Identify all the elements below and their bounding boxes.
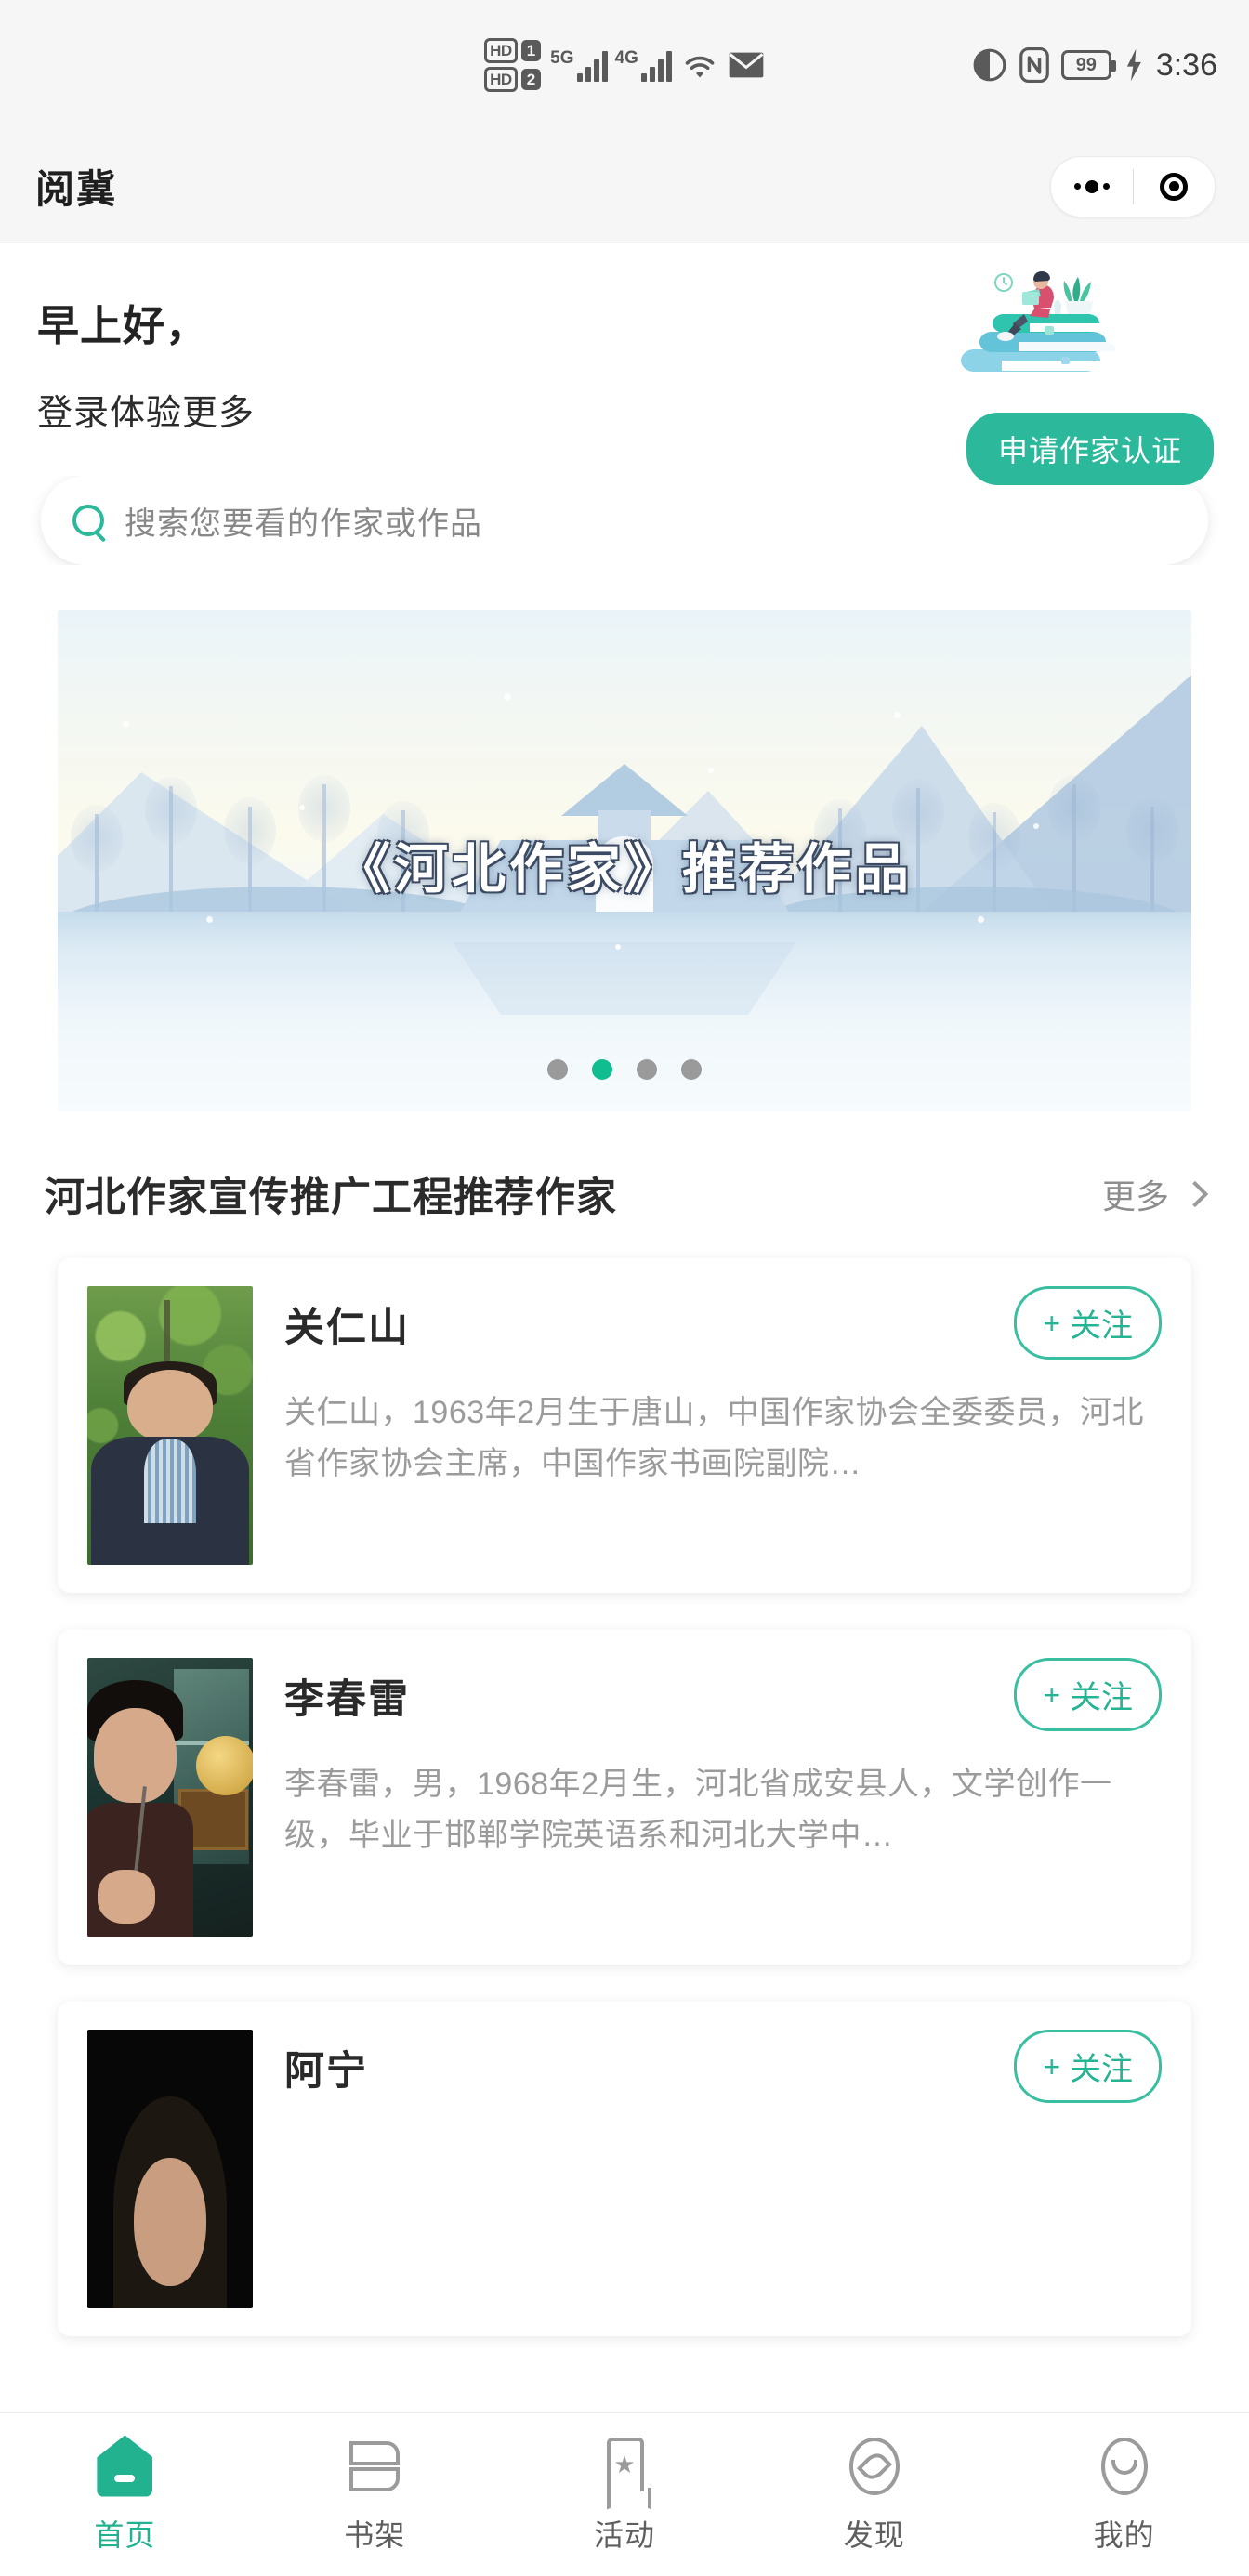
- status-bar: HD 1 HD 2 5G 4G 99 3:36: [0, 0, 1249, 130]
- hd-label-2: HD: [484, 67, 518, 92]
- bridge-reflection: [453, 942, 796, 1045]
- sim-2-badge: 2: [520, 69, 542, 90]
- author-name: 李春雷: [284, 1677, 410, 1722]
- eye-care-icon: [973, 48, 1006, 82]
- nav-item-discover[interactable]: 发现: [749, 2436, 999, 2555]
- author-name: 阿宁: [284, 2049, 368, 2094]
- author-avatar: [87, 2030, 253, 2308]
- capsule-menu-button[interactable]: [1051, 157, 1133, 217]
- search-section: 搜索您要看的作家或作品: [0, 476, 1249, 565]
- search-input[interactable]: 搜索您要看的作家或作品: [125, 498, 482, 544]
- author-card[interactable]: 李春雷 + 关注 李春雷，男，1968年2月生，河北省成安县人，文学创作一级，毕…: [58, 1630, 1191, 1965]
- more-label: 更多: [1101, 1177, 1169, 1216]
- nav-label-bookshelf: 书架: [344, 2517, 406, 2552]
- signal-5g-icon: 5G: [550, 48, 608, 82]
- author-description: 李春雷，男，1968年2月生，河北省成安县人，文学创作一级，毕业于邯郸学院英语系…: [284, 1767, 1112, 1854]
- snow-fleck: [206, 916, 213, 923]
- more-dots-icon: [1073, 179, 1110, 193]
- follow-button[interactable]: + 关注: [1014, 1286, 1162, 1360]
- compass-icon: [844, 2436, 905, 2497]
- nav-item-mine[interactable]: 我的: [999, 2436, 1249, 2555]
- author-info: 关仁山 + 关注 关仁山，1963年2月生于唐山，中国作家协会全委委员，河北省作…: [284, 1286, 1162, 1565]
- snow-fleck: [894, 712, 901, 718]
- carousel-dot-2[interactable]: [592, 1059, 612, 1080]
- chevron-right-icon: [1181, 1180, 1209, 1208]
- snow-fleck: [299, 805, 305, 810]
- status-clock: 3:36: [1155, 46, 1217, 83]
- search-icon: [72, 505, 104, 536]
- network-type-4g: 4G: [614, 48, 638, 68]
- nav-label-discover: 发现: [843, 2517, 905, 2552]
- nav-label-activity: 活动: [593, 2517, 655, 2552]
- bookmark-star-icon: ★: [594, 2436, 655, 2497]
- miniprogram-capsule[interactable]: [1050, 155, 1216, 217]
- bottom-navigation: 首页 书架 ★ 活动 发现 我的: [0, 2412, 1249, 2576]
- author-avatar: [87, 1658, 253, 1937]
- banner-carousel[interactable]: 《河北作家》推荐作品: [58, 610, 1191, 1111]
- signal-4g-icon: 4G: [615, 48, 672, 82]
- bookshelf-icon: [344, 2436, 405, 2497]
- carousel-dot-3[interactable]: [637, 1059, 657, 1080]
- charging-bolt-icon: [1126, 48, 1141, 82]
- plus-icon: +: [1043, 2049, 1060, 2083]
- mail-icon: [729, 52, 764, 78]
- carousel-dots: [58, 1059, 1191, 1080]
- wifi-icon: [685, 56, 715, 78]
- carousel-dot-1[interactable]: [547, 1059, 568, 1080]
- follow-label: 关注: [1070, 1308, 1133, 1344]
- target-circle-icon: [1160, 172, 1189, 201]
- follow-label: 关注: [1070, 1680, 1133, 1715]
- nfc-icon: [1019, 47, 1049, 83]
- follow-button[interactable]: + 关注: [1014, 1658, 1162, 1731]
- search-bar[interactable]: 搜索您要看的作家或作品: [41, 476, 1208, 565]
- nav-item-bookshelf[interactable]: 书架: [250, 2436, 500, 2555]
- smiley-face-icon: [1094, 2436, 1155, 2497]
- battery-percent: 99: [1075, 54, 1097, 75]
- section-more-button[interactable]: 更多: [1101, 1170, 1209, 1218]
- nav-item-home[interactable]: 首页: [0, 2435, 250, 2555]
- plus-icon: +: [1043, 1677, 1060, 1712]
- author-avatar: [87, 1286, 253, 1565]
- hd-sim-icon: HD 1 HD 2: [484, 38, 542, 92]
- app-header: 阅冀: [0, 130, 1249, 243]
- hd-label-1: HD: [484, 38, 518, 63]
- nav-label-mine: 我的: [1093, 2517, 1155, 2552]
- home-icon: [94, 2435, 155, 2497]
- nav-item-activity[interactable]: ★ 活动: [500, 2436, 750, 2555]
- author-info: 阿宁 + 关注: [284, 2030, 1162, 2308]
- snow-fleck: [504, 693, 511, 701]
- section-title: 河北作家宣传推广工程推荐作家: [45, 1176, 617, 1220]
- snow-fleck: [615, 944, 621, 950]
- plus-icon: +: [1043, 1306, 1060, 1340]
- author-description: 关仁山，1963年2月生于唐山，中国作家协会全委委员，河北省作家协会主席，中国作…: [284, 1395, 1145, 1482]
- signal-bars-1: [576, 50, 608, 82]
- author-card[interactable]: 关仁山 + 关注 关仁山，1963年2月生于唐山，中国作家协会全委委员，河北省作…: [58, 1258, 1191, 1593]
- author-list: 关仁山 + 关注 关仁山，1963年2月生于唐山，中国作家协会全委委员，河北省作…: [0, 1258, 1249, 2336]
- battery-icon: 99: [1060, 50, 1116, 80]
- network-type-5g: 5G: [550, 48, 574, 68]
- carousel-dot-4[interactable]: [681, 1059, 702, 1080]
- banner-section: 《河北作家》推荐作品: [0, 565, 1249, 1111]
- snow-fleck: [978, 916, 984, 923]
- page-title: 阅冀: [35, 167, 118, 211]
- sim-1-badge: 1: [520, 40, 542, 61]
- app-screen: HD 1 HD 2 5G 4G 99 3:36 阅冀 早上好， 登录体验更多 申…: [0, 0, 1249, 2576]
- person-reading-on-books-illustration: [961, 271, 1116, 372]
- section-header: 河北作家宣传推广工程推荐作家 更多: [0, 1111, 1249, 1258]
- greeting-section: 早上好， 登录体验更多 申请作家认证: [0, 243, 1249, 485]
- nav-label-home: 首页: [94, 2517, 156, 2552]
- apply-author-certification-button[interactable]: 申请作家认证: [966, 413, 1214, 485]
- author-card[interactable]: 阿宁 + 关注: [58, 2002, 1191, 2336]
- follow-button[interactable]: + 关注: [1014, 2030, 1162, 2103]
- author-name: 关仁山: [284, 1306, 410, 1350]
- follow-label: 关注: [1070, 2052, 1133, 2087]
- snow-fleck: [708, 768, 714, 773]
- signal-bars-2: [640, 50, 672, 82]
- snow-fleck: [123, 721, 129, 728]
- capsule-close-button[interactable]: [1134, 157, 1216, 217]
- author-info: 李春雷 + 关注 李春雷，男，1968年2月生，河北省成安县人，文学创作一级，毕…: [284, 1658, 1162, 1937]
- banner-title: 《河北作家》推荐作品: [335, 839, 913, 900]
- status-bar-right: 99 3:36: [972, 0, 1217, 130]
